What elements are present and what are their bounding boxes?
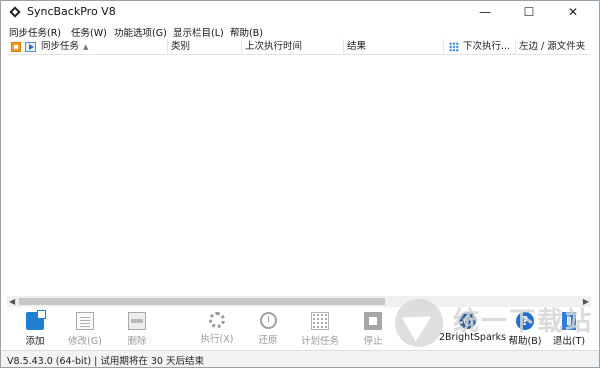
column-header-result[interactable]: 结果 [344, 39, 444, 55]
restore-label: 还原 [258, 335, 278, 346]
column-profile-label: 同步任务 [41, 41, 80, 52]
menu-view-columns[interactable]: 显示栏目(L) [173, 25, 224, 39]
column-header-profile[interactable]: 同步任务 ▲ [38, 39, 168, 55]
schedule-calendar-icon [311, 312, 329, 330]
restore-button[interactable]: 还原 [246, 312, 290, 350]
restore-clock-icon [259, 312, 277, 329]
column-result-label: 结果 [347, 41, 367, 52]
window-title: SyncBackPro V8 [27, 5, 116, 18]
column-next-run-label: 下次执行... [463, 41, 511, 52]
add-label: 添加 [25, 336, 45, 347]
column-category-label: 类别 [171, 41, 191, 52]
scroll-left-arrow-icon[interactable]: ◀ [9, 297, 15, 306]
watermark-logo-icon [395, 299, 443, 347]
profile-list[interactable] [7, 56, 591, 294]
delete-button[interactable]: 删除 [115, 312, 159, 350]
status-text: V8.5.43.0 (64-bit) | 试用期将在 30 天后结束 [7, 356, 204, 367]
schedule-label: 计划任务 [300, 336, 339, 347]
column-header-last-run[interactable]: 上次执行时间 [242, 39, 344, 55]
status-bar: V8.5.43.0 (64-bit) | 试用期将在 30 天后结束 [1, 350, 599, 367]
column-header-next-run[interactable]: 下次执行... [460, 39, 516, 55]
syncback-app-icon [9, 6, 21, 18]
run-button[interactable]: 执行(X) [195, 312, 239, 350]
stop-icon [364, 312, 382, 330]
column-source-label: 左边 / 源文件夹 [519, 41, 586, 52]
menu-tasks[interactable]: 任务(W) [71, 25, 107, 39]
schedule-button[interactable]: 计划任务 [298, 312, 342, 350]
main-window: SyncBackPro V8 — ☐ ✕ 同步任务(R) 任务(W) 功能选项(… [0, 0, 600, 368]
header-run-icon [25, 42, 36, 52]
menu-preferences[interactable]: 功能选项(G) [114, 25, 167, 39]
title-bar: SyncBackPro V8 — ☐ ✕ [1, 1, 599, 23]
column-last-run-label: 上次执行时间 [245, 41, 303, 52]
add-profile-icon [26, 310, 46, 330]
column-header-source[interactable]: 左边 / 源文件夹 [516, 39, 591, 55]
delete-profile-icon [128, 312, 146, 330]
scrollbar-thumb[interactable] [19, 298, 385, 305]
maximize-button[interactable]: ☐ [507, 1, 551, 23]
menu-help[interactable]: 帮助(B) [230, 25, 263, 39]
header-status-icon [11, 42, 21, 52]
profile-list-header: 同步任务 ▲ 类别 上次执行时间 结果 下次执行... 左边 / 源文件夹 [7, 39, 591, 55]
minimize-button[interactable]: — [463, 1, 507, 23]
run-label: 执行(X) [200, 334, 234, 345]
close-button[interactable]: ✕ [551, 1, 595, 23]
modify-label: 修改(G) [68, 336, 102, 347]
run-gear-icon [209, 312, 225, 328]
sort-ascending-icon: ▲ [83, 43, 89, 51]
column-header-category[interactable]: 类别 [168, 39, 242, 55]
modify-button[interactable]: 修改(G) [63, 312, 107, 350]
watermark-text: 统一下载站 [453, 307, 594, 337]
menu-bar: 同步任务(R) 任务(W) 功能选项(G) 显示栏目(L) 帮助(B) [1, 23, 599, 39]
site-watermark: 统一下载站 [389, 293, 600, 351]
edit-profile-icon [76, 312, 94, 330]
add-button[interactable]: 添加 [13, 310, 57, 350]
delete-label: 删除 [127, 336, 147, 347]
menu-sync-profiles[interactable]: 同步任务(R) [9, 25, 61, 39]
column-chooser-icon[interactable] [449, 42, 459, 52]
